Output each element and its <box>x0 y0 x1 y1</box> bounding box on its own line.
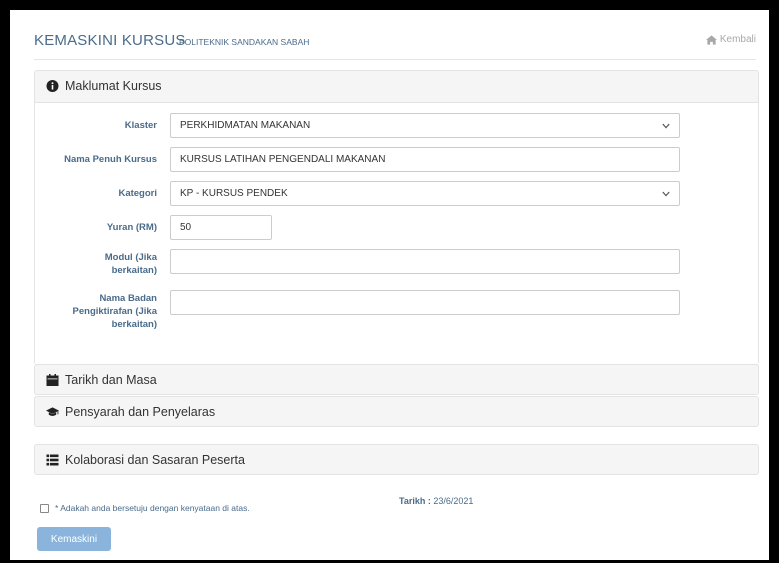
nama-label: Nama Penuh Kursus <box>64 154 157 165</box>
agreement-checkbox[interactable] <box>40 503 49 513</box>
kategori-value: KP - KURSUS PENDEK <box>180 188 288 199</box>
date-display: Tarikh : 23/6/2021 <box>399 496 473 506</box>
section-maklumat-header[interactable]: Maklumat Kursus <box>35 71 758 101</box>
page-subtitle: POLITEKNIK SANDAKAN SABAH <box>179 37 310 47</box>
section-kolaborasi-header[interactable]: Kolaborasi dan Sasaran Peserta <box>35 445 758 475</box>
graduation-cap-icon <box>46 407 59 416</box>
page-header: KEMASKINI KURSUS POLITEKNIK SANDAKAN SAB… <box>34 22 756 60</box>
section-maklumat-title: Maklumat Kursus <box>65 79 162 93</box>
modul-input[interactable] <box>170 249 680 274</box>
home-icon <box>705 34 717 45</box>
yuran-input[interactable]: 50 <box>170 215 272 240</box>
back-link[interactable]: Kembali <box>705 34 756 45</box>
list-icon <box>46 454 59 466</box>
badan-label: Nama Badan Pengiktirafan (Jika berkaitan… <box>37 292 157 331</box>
section-pensyarah[interactable]: Pensyarah dan Penyelaras <box>34 396 759 427</box>
yuran-label: Yuran (RM) <box>106 222 157 233</box>
section-pensyarah-header[interactable]: Pensyarah dan Penyelaras <box>35 397 758 427</box>
chevron-down-icon <box>662 123 670 129</box>
section-kolaborasi[interactable]: Kolaborasi dan Sasaran Peserta <box>34 444 759 475</box>
chevron-down-icon <box>662 191 670 197</box>
badan-input[interactable] <box>170 290 680 315</box>
section-maklumat-kursus: Maklumat Kursus Klaster PERKHIDMATAN MAK… <box>34 70 759 365</box>
kategori-select[interactable]: KP - KURSUS PENDEK <box>170 181 680 206</box>
section-tarikh-header[interactable]: Tarikh dan Masa <box>35 365 758 395</box>
agreement-row: * Adakah anda bersetuju dengan kenyataan… <box>40 503 250 513</box>
modul-label-line2: berkaitan) <box>111 265 157 276</box>
calendar-icon <box>46 374 59 386</box>
klaster-label: Klaster <box>124 120 157 131</box>
info-circle-icon <box>46 80 59 92</box>
modul-label-line1: Modul (Jika <box>104 252 157 263</box>
modul-label: Modul (Jika berkaitan) <box>37 251 157 277</box>
badan-label-line3: berkaitan) <box>111 319 157 330</box>
agreement-text: * Adakah anda bersetuju dengan kenyataan… <box>55 503 250 513</box>
section-tarikh-title: Tarikh dan Masa <box>65 373 157 387</box>
nama-value: KURSUS LATIHAN PENGENDALI MAKANAN <box>180 154 386 165</box>
page-title: KEMASKINI KURSUS <box>34 32 186 49</box>
yuran-value: 50 <box>180 222 192 233</box>
badan-label-line2: Pengiktirafan (Jika <box>72 306 157 317</box>
section-tarikh-masa[interactable]: Tarikh dan Masa <box>34 364 759 395</box>
date-value: 23/6/2021 <box>433 496 474 506</box>
kemaskini-button[interactable]: Kemaskini <box>37 527 111 551</box>
section-maklumat-body: Klaster PERKHIDMATAN MAKANAN Nama Penuh … <box>35 102 758 364</box>
klaster-select[interactable]: PERKHIDMATAN MAKANAN <box>170 113 680 138</box>
date-label: Tarikh : <box>399 496 431 506</box>
klaster-value: PERKHIDMATAN MAKANAN <box>180 120 311 131</box>
section-kolaborasi-title: Kolaborasi dan Sasaran Peserta <box>65 453 245 467</box>
nama-input[interactable]: KURSUS LATIHAN PENGENDALI MAKANAN <box>170 147 680 172</box>
back-label: Kembali <box>719 34 756 45</box>
badan-label-line1: Nama Badan <box>99 293 157 304</box>
kategori-label: Kategori <box>118 188 157 199</box>
page-container: KEMASKINI KURSUS POLITEKNIK SANDAKAN SAB… <box>10 10 769 560</box>
section-pensyarah-title: Pensyarah dan Penyelaras <box>65 405 216 419</box>
